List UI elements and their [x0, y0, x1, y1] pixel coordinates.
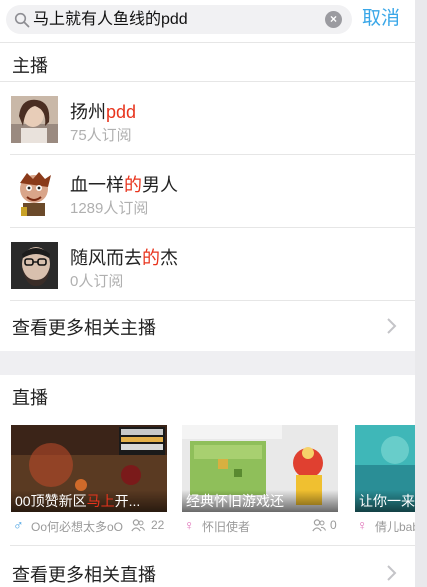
streamer-name: 倩儿bab [375, 520, 415, 534]
female-icon: ♀ [357, 517, 368, 533]
subscriber-count: 1289人订阅 [70, 200, 149, 217]
more-anchors-label: 查看更多相关主播 [12, 318, 156, 338]
avatar [11, 242, 58, 289]
live-title: 00顶赞新区马上开... [11, 490, 167, 512]
female-icon: ♀ [184, 517, 195, 533]
search-icon [14, 12, 30, 28]
avatar [11, 169, 58, 216]
male-icon: ♂ [13, 517, 24, 533]
section-gap [0, 351, 415, 375]
search-input[interactable]: 马上就有人鱼线的pdd [33, 5, 188, 34]
anchor-row[interactable]: 随风而去的杰 0人订阅 [0, 228, 415, 300]
search-bar: 马上就有人鱼线的pdd × 取消 [0, 0, 415, 40]
chevron-right-icon [387, 565, 397, 581]
anchor-name: 血一样的男人 [70, 175, 178, 195]
more-live-button[interactable]: 查看更多相关直播 [0, 547, 415, 587]
clear-icon[interactable]: × [325, 11, 342, 28]
live-card[interactable]: 经典怀旧游戏还 ♀ 怀旧使者 0 [182, 425, 338, 540]
streamer-name: 怀旧使者 [202, 520, 251, 534]
avatar [11, 96, 58, 143]
viewers-icon [131, 519, 145, 532]
live-card[interactable]: 00顶赞新区马上开... ♂ Oo何必想太多oO 22 [11, 425, 167, 540]
live-card[interactable]: 让你一来 ♀ 倩儿bab [355, 425, 415, 540]
live-meta: ♀ 怀旧使者 0 [182, 517, 338, 535]
anchor-row[interactable]: 血一样的男人 1289人订阅 [0, 155, 415, 227]
section-title-live: 直播 [12, 388, 48, 408]
scroll-edge [415, 0, 427, 587]
anchor-name: 扬州pdd [70, 102, 137, 122]
live-meta: ♂ Oo何必想太多oO 22 [11, 517, 167, 535]
live-meta: ♀ 倩儿bab [355, 517, 415, 535]
live-title: 让你一来 [355, 490, 415, 512]
live-thumbnail: 经典怀旧游戏还 [182, 425, 338, 512]
anchor-name: 随风而去的杰 [70, 248, 178, 268]
anchor-row[interactable]: 扬州pdd 75人订阅 [0, 82, 415, 154]
live-thumbnail: 让你一来 [355, 425, 415, 512]
live-title: 经典怀旧游戏还 [182, 490, 338, 512]
subscriber-count: 75人订阅 [70, 127, 132, 144]
divider [0, 42, 415, 43]
live-thumbnail: 00顶赞新区马上开... [11, 425, 167, 512]
viewer-count: 22 [151, 518, 165, 532]
viewer-count: 0 [330, 518, 337, 532]
search-box[interactable]: 马上就有人鱼线的pdd × [6, 5, 352, 34]
more-anchors-button[interactable]: 查看更多相关主播 [0, 301, 415, 351]
cancel-button[interactable]: 取消 [362, 6, 400, 32]
divider [10, 545, 415, 546]
chevron-right-icon [387, 318, 397, 334]
streamer-name: Oo何必想太多oO [31, 520, 124, 534]
section-title-anchors: 主播 [12, 56, 48, 76]
viewers-icon [312, 519, 326, 532]
subscriber-count: 0人订阅 [70, 273, 124, 290]
more-live-label: 查看更多相关直播 [12, 565, 156, 585]
